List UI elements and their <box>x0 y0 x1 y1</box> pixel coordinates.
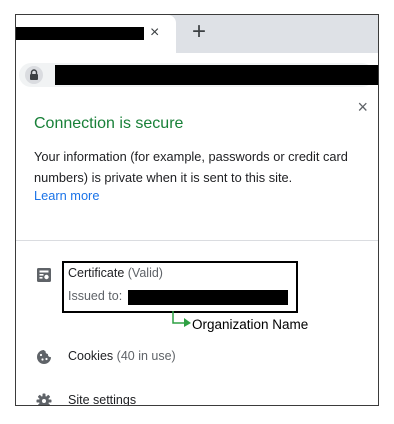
site-settings-row[interactable]: Site settings <box>68 393 136 405</box>
new-tab-button[interactable]: + <box>192 19 206 45</box>
active-tab[interactable]: × <box>16 15 176 53</box>
annotation-label: Organization Name <box>192 317 309 332</box>
certificate-status: (Valid) <box>127 266 163 280</box>
cookies-row[interactable]: Cookies (40 in use) <box>68 349 176 363</box>
cookie-icon <box>37 350 51 364</box>
connection-status-title: Connection is secure <box>34 115 184 132</box>
issued-to-redacted <box>128 290 288 305</box>
site-info-popup: × Connection is secure Your information … <box>16 91 378 405</box>
cookies-count: (40 in use) <box>116 349 176 363</box>
certificate-row[interactable]: Certificate (Valid) <box>68 266 163 280</box>
tab-title-redacted <box>16 27 144 40</box>
connection-description: Your information (for example, passwords… <box>34 149 348 185</box>
lock-icon <box>30 69 38 80</box>
certificate-label: Certificate <box>68 266 125 280</box>
site-info-button[interactable] <box>25 66 43 84</box>
annotation-arrow-icon <box>172 311 191 327</box>
learn-more-link[interactable]: Learn more <box>34 188 99 203</box>
cookies-label: Cookies <box>68 349 114 363</box>
browser-window: × + × Connection is secure Your informat… <box>15 14 379 406</box>
gear-icon <box>36 393 52 405</box>
certificate-icon <box>37 268 51 282</box>
url-redacted <box>55 65 378 85</box>
toolbar <box>16 53 378 89</box>
issued-to-label: Issued to: <box>68 289 123 303</box>
close-icon[interactable]: × <box>357 97 368 117</box>
address-bar[interactable] <box>19 63 378 87</box>
tab-close-icon[interactable]: × <box>150 23 159 43</box>
divider <box>16 240 378 241</box>
tab-strip: × + <box>16 15 378 53</box>
